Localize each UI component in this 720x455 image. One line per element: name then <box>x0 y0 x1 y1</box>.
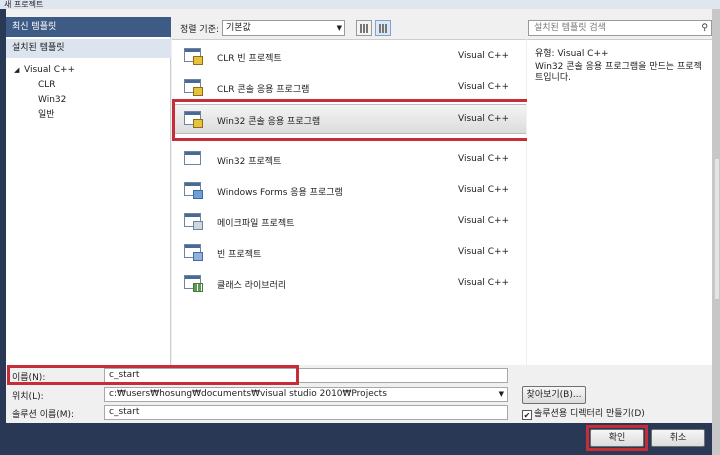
template-row-class-library[interactable]: 클래스 라이브러리 Visual C++ <box>172 269 526 299</box>
detail-view-button[interactable] <box>375 20 391 36</box>
create-directory-checkbox[interactable]: ✔ 솔루션용 디렉터리 만들기(D) <box>522 406 645 420</box>
recent-templates-item[interactable]: 최신 템플릿 <box>6 17 171 37</box>
list-view-button[interactable] <box>356 20 372 36</box>
solution-name-input[interactable]: c_start <box>104 405 508 420</box>
template-list-header: 정렬 기준: 기본값 ▼ <box>172 17 526 39</box>
location-label: 위치(L): <box>12 392 44 402</box>
clr-console-app-icon <box>184 79 204 97</box>
empty-project-icon <box>184 244 204 262</box>
template-search-input[interactable]: 설치된 템플릿 검색 ⚲ <box>528 20 712 36</box>
cancel-button[interactable]: 취소 <box>651 429 705 447</box>
sort-dropdown[interactable]: 기본값 ▼ <box>222 20 345 36</box>
dialog-footer: 확인 취소 <box>6 423 712 451</box>
template-description: Win32 콘솔 응용 프로그램을 만드는 프로젝트입니다. <box>535 62 702 83</box>
small-icons-icon <box>360 24 369 33</box>
chevron-down-icon[interactable]: ▼ <box>499 388 504 401</box>
template-list: CLR 빈 프로젝트 Visual C++ CLR 콘솔 응용 프로그램 Vis… <box>172 39 526 365</box>
template-row-empty-project[interactable]: 빈 프로젝트 Visual C++ <box>172 238 526 268</box>
template-type: 유형: Visual C++ <box>535 49 609 59</box>
template-row-win32-project[interactable]: Win32 프로젝트 Visual C++ <box>172 145 526 175</box>
tree-node-general[interactable]: 일반 <box>14 108 75 123</box>
background-window-edge <box>712 9 720 455</box>
sort-label: 정렬 기준: <box>180 25 220 35</box>
tree-node-win32[interactable]: Win32 <box>14 93 75 108</box>
template-tree: ◢ Visual C++ CLR Win32 일반 <box>14 63 75 123</box>
tree-node-clr[interactable]: CLR <box>14 78 75 93</box>
location-combobox[interactable]: c:₩users₩hosung₩documents₩visual studio … <box>104 387 508 402</box>
checkmark-icon[interactable]: ✔ <box>522 410 532 420</box>
ok-button-highlight <box>586 425 648 451</box>
new-project-dialog: 최신 템플릿 설치된 템플릿 ◢ Visual C++ CLR Win32 일반 … <box>6 9 712 451</box>
class-library-icon <box>184 275 204 293</box>
template-row-clr-empty[interactable]: CLR 빈 프로젝트 Visual C++ <box>172 42 526 72</box>
expand-arrow-icon[interactable]: ◢ <box>14 63 24 78</box>
template-row-windows-forms[interactable]: Windows Forms 응용 프로그램 Visual C++ <box>172 176 526 206</box>
search-icon[interactable]: ⚲ <box>701 21 708 35</box>
template-category-pane: 최신 템플릿 설치된 템플릿 ◢ Visual C++ CLR Win32 일반 <box>6 17 171 365</box>
browse-button[interactable]: 찾아보기(B)... <box>522 386 586 404</box>
name-field-highlight <box>7 365 299 385</box>
makefile-project-icon <box>184 213 204 231</box>
solution-name-label: 솔루션 이름(M): <box>12 410 75 420</box>
clr-empty-project-icon <box>184 48 204 66</box>
tree-node-visual-cpp[interactable]: ◢ Visual C++ <box>14 63 75 78</box>
windows-forms-app-icon <box>184 182 204 200</box>
installed-templates-item[interactable]: 설치된 템플릿 <box>6 39 171 58</box>
location-row: 위치(L): c:₩users₩hosung₩documents₩visual … <box>6 386 712 404</box>
win32-project-icon <box>184 151 204 169</box>
window-title: 새 프로젝트 <box>0 0 720 9</box>
details-icon <box>379 24 388 33</box>
selected-template-highlight <box>172 99 535 141</box>
template-row-makefile[interactable]: 메이크파일 프로젝트 Visual C++ <box>172 207 526 237</box>
template-details-pane: 유형: Visual C++ Win32 콘솔 응용 프로그램을 만드는 프로젝… <box>527 39 712 365</box>
scrollbar-thumb[interactable] <box>715 159 719 299</box>
chevron-down-icon: ▼ <box>336 24 342 32</box>
